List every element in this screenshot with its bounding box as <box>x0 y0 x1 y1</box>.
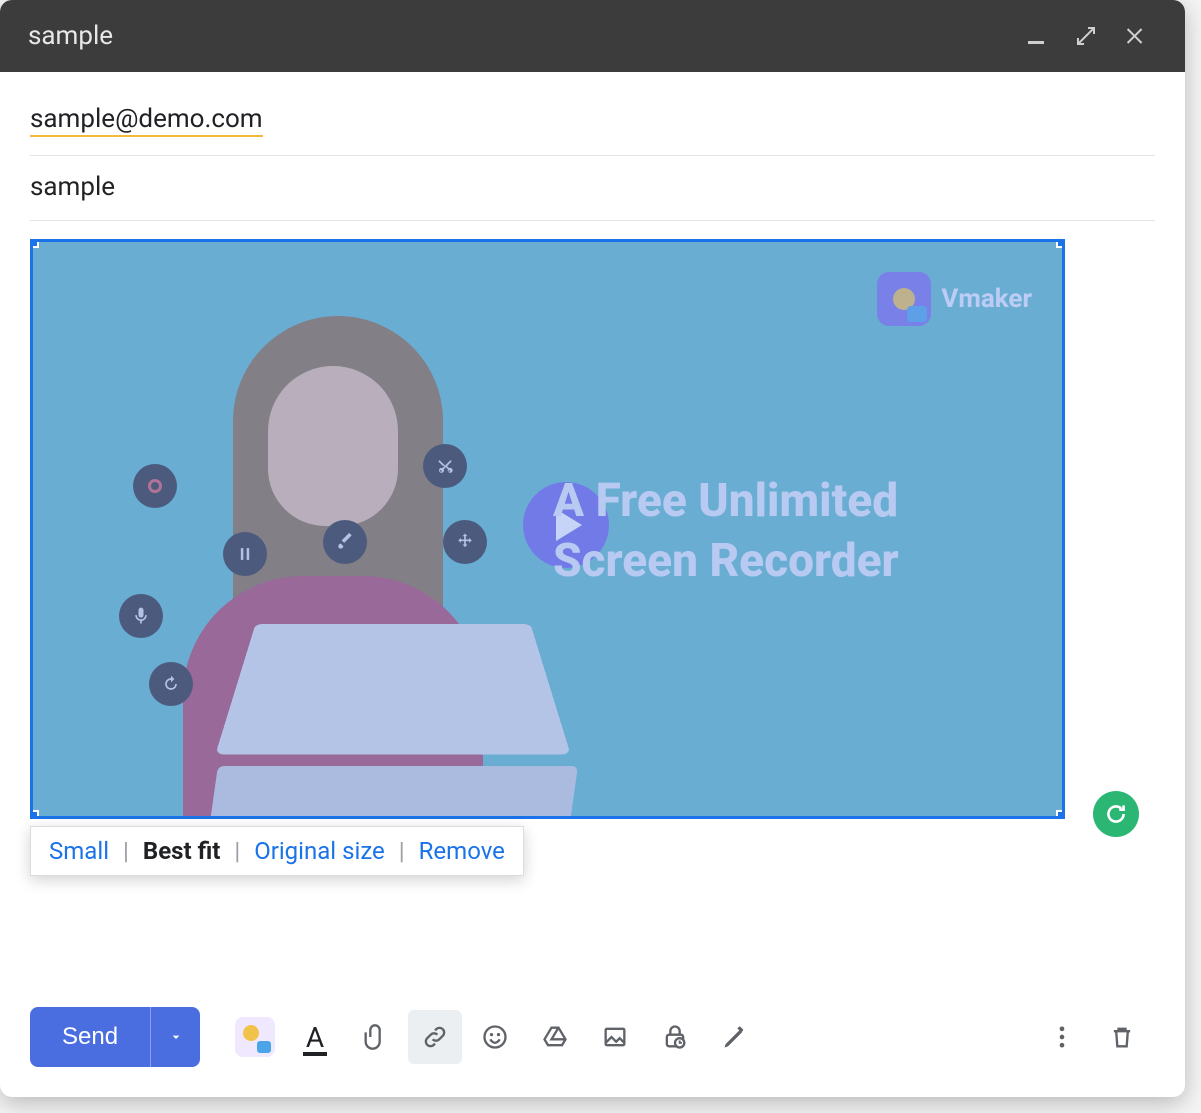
formatting-icons: A <box>228 1010 1035 1064</box>
lock-clock-icon <box>661 1023 689 1051</box>
recipient-chip[interactable]: sample@demo.com <box>30 104 263 137</box>
close-button[interactable] <box>1115 15 1157 57</box>
minimize-button[interactable] <box>1015 15 1057 57</box>
close-icon <box>1124 24 1148 48</box>
resize-handle-tl[interactable] <box>30 239 39 248</box>
formatting-button[interactable]: A <box>288 1010 342 1064</box>
expand-icon <box>1074 24 1098 48</box>
size-best-fit[interactable]: Best fit <box>139 837 224 865</box>
send-group: Send <box>30 1007 200 1067</box>
send-options-button[interactable] <box>150 1007 200 1067</box>
compose-toolbar: Send A <box>0 987 1185 1097</box>
image-remove[interactable]: Remove <box>415 837 509 865</box>
compose-right-icons <box>1035 1010 1155 1064</box>
insert-emoji-button[interactable] <box>468 1010 522 1064</box>
resize-handle-br[interactable] <box>1056 810 1065 819</box>
insert-signature-button[interactable] <box>708 1010 762 1064</box>
paperclip-icon <box>361 1023 389 1051</box>
inserted-image[interactable]: A Free Unlimited Screen Recorder Vmaker <box>30 239 1065 819</box>
image-size-toolbar: Small | Best fit | Original size | Remov… <box>30 826 524 876</box>
trash-icon <box>1108 1023 1136 1051</box>
more-options-button[interactable] <box>1035 1010 1089 1064</box>
size-original[interactable]: Original size <box>250 837 389 865</box>
emoji-icon <box>481 1023 509 1051</box>
resize-handle-bl[interactable] <box>30 810 39 819</box>
link-icon <box>421 1023 449 1051</box>
drive-icon <box>541 1023 569 1051</box>
insert-photo-button[interactable] <box>588 1010 642 1064</box>
window-title: sample <box>28 21 1007 51</box>
titlebar: sample <box>0 0 1185 72</box>
discard-draft-button[interactable] <box>1095 1010 1149 1064</box>
confidential-mode-button[interactable] <box>648 1010 702 1064</box>
vmaker-extension-button[interactable] <box>228 1010 282 1064</box>
header-fields: sample@demo.com sample <box>0 72 1185 221</box>
attach-file-button[interactable] <box>348 1010 402 1064</box>
size-small[interactable]: Small <box>45 837 113 865</box>
subject-field[interactable]: sample <box>30 156 1155 221</box>
selection-overlay <box>33 242 1062 816</box>
message-body[interactable]: A Free Unlimited Screen Recorder Vmaker … <box>0 221 1185 987</box>
pen-icon <box>721 1023 749 1051</box>
to-field[interactable]: sample@demo.com <box>30 88 1155 156</box>
insert-drive-button[interactable] <box>528 1010 582 1064</box>
image-icon <box>601 1023 629 1051</box>
compose-window: sample sample@demo.com sample <box>0 0 1185 1097</box>
resize-handle-tr[interactable] <box>1056 239 1065 248</box>
grammarly-icon <box>1103 801 1129 827</box>
minimize-icon <box>1024 24 1048 48</box>
grammarly-badge[interactable] <box>1093 791 1139 837</box>
caret-down-icon <box>168 1029 184 1045</box>
vmaker-small-icon <box>235 1017 275 1057</box>
more-vert-icon <box>1048 1023 1076 1051</box>
insert-link-button[interactable] <box>408 1010 462 1064</box>
send-button[interactable]: Send <box>30 1007 150 1067</box>
fullscreen-button[interactable] <box>1065 15 1107 57</box>
